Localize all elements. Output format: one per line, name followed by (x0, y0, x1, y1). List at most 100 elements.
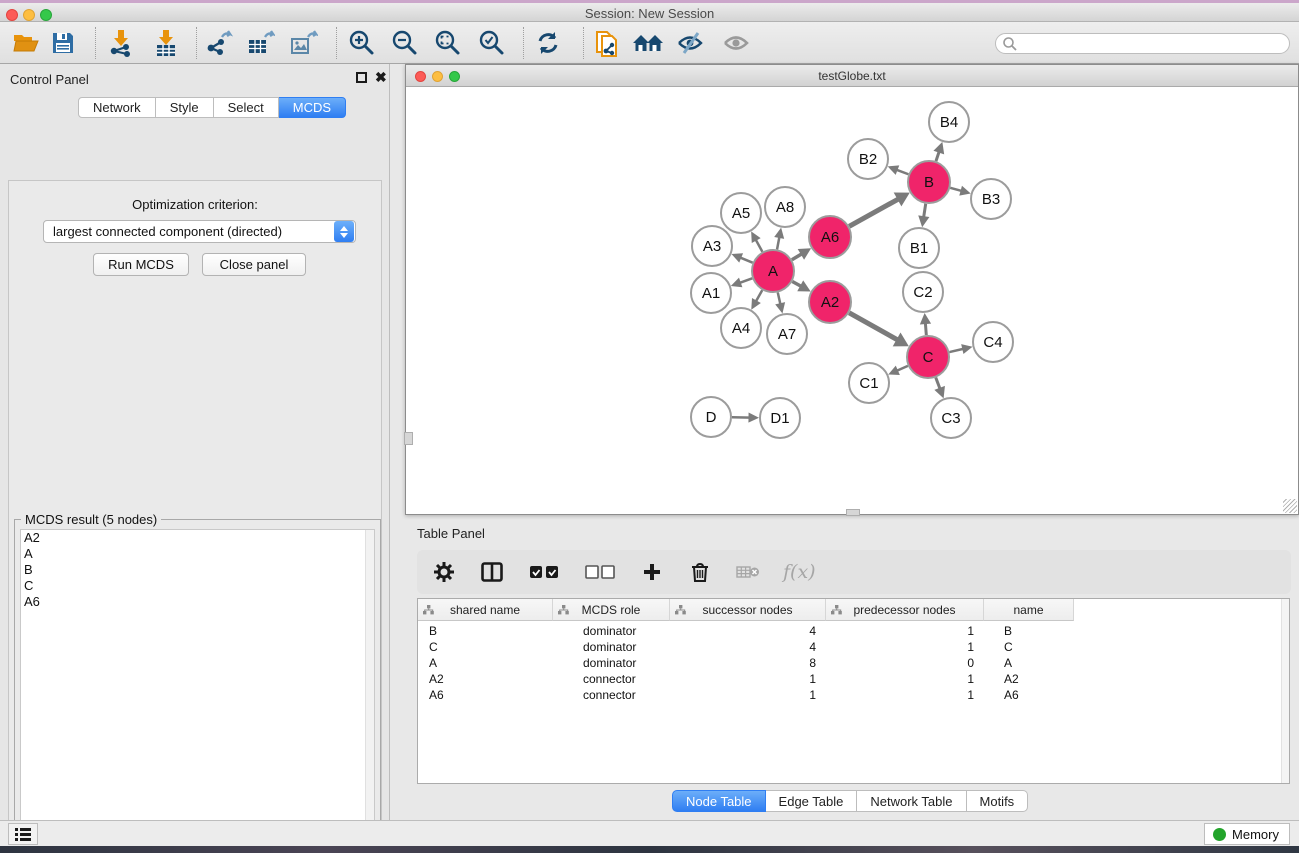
zoom-fit-icon[interactable] (431, 26, 465, 60)
table-cell[interactable]: A2 (418, 671, 553, 687)
graph-edge-B-B2[interactable] (896, 169, 909, 174)
graph-edge-A-A3[interactable] (739, 257, 752, 262)
table-cell[interactable]: 1 (826, 623, 984, 639)
table-cell[interactable]: B (984, 623, 1074, 639)
tab-select[interactable]: Select (214, 97, 279, 118)
table-row[interactable]: A6connector11A6 (418, 687, 1074, 703)
graph-edge-A6-B[interactable] (849, 199, 899, 227)
mcds-result-item[interactable]: A2 (21, 530, 374, 546)
table-cell[interactable]: 1 (670, 687, 826, 703)
table-scrollbar[interactable] (1281, 599, 1289, 783)
graph-edge-A-A8[interactable] (777, 236, 780, 249)
import-network-icon[interactable] (104, 26, 138, 60)
mcds-result-item[interactable]: A (21, 546, 374, 562)
export-network-icon[interactable] (202, 26, 236, 60)
search-input[interactable] (995, 33, 1290, 54)
table-cell[interactable]: 8 (670, 655, 826, 671)
tab-node-table[interactable]: Node Table (672, 790, 766, 812)
graph-edge-A-A1[interactable] (739, 278, 752, 283)
memory-status-icon (1213, 828, 1226, 841)
mcds-result-item[interactable]: A6 (21, 594, 374, 610)
table-cell[interactable]: 1 (826, 687, 984, 703)
table-cell[interactable]: A6 (418, 687, 553, 703)
table-row[interactable]: Cdominator41C (418, 639, 1074, 655)
resize-grip[interactable] (1283, 499, 1297, 513)
zoom-in-icon[interactable] (345, 26, 379, 60)
tab-motifs[interactable]: Motifs (967, 790, 1029, 812)
function-builder-icon[interactable]: f(x) (783, 561, 816, 583)
close-panel-icon[interactable]: ✖ (375, 72, 387, 83)
deselect-all-icon[interactable] (583, 559, 617, 585)
open-file-icon[interactable] (9, 26, 43, 60)
table-cell[interactable]: 0 (826, 655, 984, 671)
home-icon[interactable] (631, 26, 665, 60)
table-cell[interactable]: dominator (553, 623, 670, 639)
mcds-result-item[interactable]: C (21, 578, 374, 594)
table-cell[interactable]: A (984, 655, 1074, 671)
import-table-icon[interactable] (149, 26, 183, 60)
tab-mcds[interactable]: MCDS (279, 97, 346, 118)
select-all-icon[interactable] (527, 559, 561, 585)
zoom-out-icon[interactable] (388, 26, 422, 60)
table-cell[interactable]: dominator (553, 655, 670, 671)
graph-node-label: A8 (776, 199, 794, 216)
column-header-MCDS-role[interactable]: MCDS role (553, 599, 670, 621)
table-row[interactable]: Bdominator41B (418, 623, 1074, 639)
mcds-result-item[interactable]: B (21, 562, 374, 578)
table-cell[interactable]: dominator (553, 639, 670, 655)
table-cell[interactable]: connector (553, 687, 670, 703)
graph-edge-A-A4[interactable] (755, 290, 762, 302)
gear-icon[interactable] (431, 559, 457, 585)
tab-network[interactable]: Network (78, 97, 156, 118)
graph-edge-A2-C[interactable] (849, 313, 898, 341)
column-header-shared-name[interactable]: shared name (418, 599, 553, 621)
table-cell[interactable]: A6 (984, 687, 1074, 703)
memory-button[interactable]: Memory (1204, 823, 1290, 845)
network-canvas[interactable]: B4B2BB3A5A8A6A3B1AA1C2A2A4A7C4CC1C3DD1 (406, 87, 1298, 514)
close-panel-button[interactable]: Close panel (202, 253, 306, 276)
split-view-icon[interactable] (479, 559, 505, 585)
export-image-icon[interactable] (287, 26, 321, 60)
delete-table-icon[interactable] (735, 559, 761, 585)
table-cell[interactable]: 1 (826, 639, 984, 655)
toolbar-separator (336, 27, 337, 59)
table-cell[interactable]: A2 (984, 671, 1074, 687)
tab-network-table[interactable]: Network Table (857, 790, 966, 812)
tab-style[interactable]: Style (156, 97, 214, 118)
horizontal-scroll-thumb[interactable] (846, 509, 860, 516)
graph-edge-A-A5[interactable] (755, 239, 762, 252)
table-cell[interactable]: A (418, 655, 553, 671)
save-session-icon[interactable] (46, 26, 80, 60)
table-cell[interactable]: 1 (670, 671, 826, 687)
graph-edge-B-B1[interactable] (924, 204, 926, 218)
table-cell[interactable]: B (418, 623, 553, 639)
table-cell[interactable]: C (418, 639, 553, 655)
zoom-selected-icon[interactable] (475, 26, 509, 60)
export-table-icon[interactable] (244, 26, 278, 60)
refresh-icon[interactable] (531, 26, 565, 60)
graph-edge-C-C4[interactable] (949, 349, 964, 352)
criterion-select[interactable]: largest connected component (directed) (43, 220, 356, 243)
column-header-name[interactable]: name (984, 599, 1074, 621)
column-header-successor-nodes[interactable]: successor nodes (670, 599, 826, 621)
run-mcds-button[interactable]: Run MCDS (93, 253, 189, 276)
list-scrollbar[interactable] (365, 530, 374, 853)
float-panel-icon[interactable] (356, 72, 367, 83)
table-cell[interactable]: 4 (670, 639, 826, 655)
task-history-button[interactable] (8, 823, 38, 845)
table-cell[interactable]: C (984, 639, 1074, 655)
column-header-label: name (1013, 603, 1043, 617)
table-row[interactable]: Adominator80A (418, 655, 1074, 671)
table-cell[interactable]: 1 (826, 671, 984, 687)
add-column-icon[interactable] (639, 559, 665, 585)
visual-properties-icon[interactable] (673, 26, 707, 60)
tab-edge-table[interactable]: Edge Table (766, 790, 858, 812)
network-document-icon[interactable] (590, 26, 624, 60)
delete-icon[interactable] (687, 559, 713, 585)
table-cell[interactable]: connector (553, 671, 670, 687)
table-row[interactable]: A2connector11A2 (418, 671, 1074, 687)
table-cell[interactable]: 4 (670, 623, 826, 639)
column-header-predecessor-nodes[interactable]: predecessor nodes (826, 599, 984, 621)
show-hide-icon[interactable] (719, 26, 753, 60)
vertical-scroll-thumb[interactable] (404, 432, 413, 445)
